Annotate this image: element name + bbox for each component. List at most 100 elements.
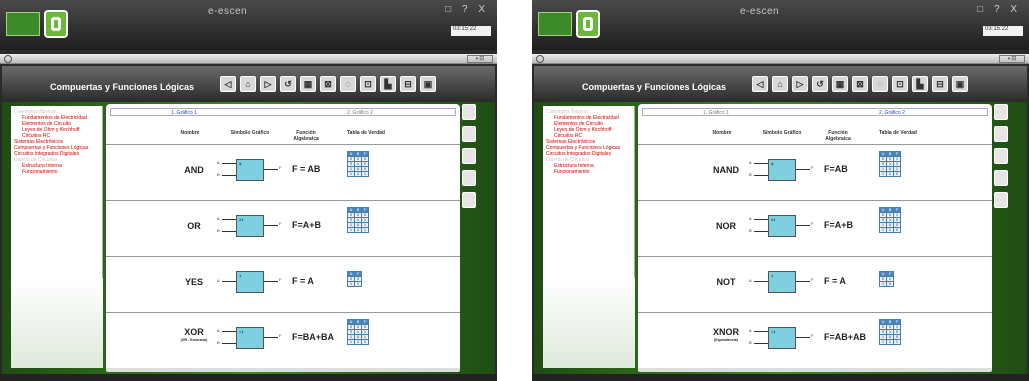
info-icon[interactable] — [462, 192, 476, 208]
sidebar-item[interactable]: Funcionamiento — [546, 169, 631, 175]
output-label: F — [279, 165, 282, 170]
tool-strip: ◐⊟ — [532, 54, 1029, 64]
input-wire — [754, 343, 768, 344]
tab-bar: 1. Gráfico 1 2. Gráfico 2 — [642, 108, 988, 116]
tab-1[interactable]: 1. Gráfico 1 — [171, 110, 197, 116]
gate-name: XOR — [184, 327, 204, 337]
nav-button-3[interactable]: ↺ — [280, 76, 296, 92]
settings-icon[interactable] — [4, 55, 12, 63]
nav-button-1[interactable]: ⌂ — [240, 76, 256, 92]
app-brand: e-escen — [208, 6, 248, 17]
nav-button-7[interactable]: ⊡ — [360, 76, 376, 92]
gate-symbol: 1 — [768, 271, 796, 293]
nav-toolbar: ◁ ⌂ ▷ ↺ ▦ ⊠ ◌ ⊡ ▙ ⊟ ▣ — [220, 76, 436, 92]
horizontal-scrollbar[interactable] — [106, 368, 460, 372]
gate-expression: F = A — [292, 276, 314, 286]
nav-button-4[interactable]: ▦ — [300, 76, 316, 92]
nav-button-7[interactable]: ⊡ — [892, 76, 908, 92]
nav-button-0[interactable]: ◁ — [220, 76, 236, 92]
gate-expression: F=A+B — [824, 220, 854, 230]
truth-cell: 1 — [347, 171, 355, 177]
nav-button-1[interactable]: ⌂ — [772, 76, 788, 92]
brand-logo-mark — [583, 17, 593, 31]
truth-table: AF0110 — [879, 271, 894, 287]
gate-subtitle: (Equivalencia) — [714, 338, 738, 342]
gate-symbol-label: =1 — [239, 329, 244, 334]
header-function: Función Algebraica — [293, 130, 319, 142]
input-label: B — [749, 340, 752, 345]
nav-button-10[interactable]: ▣ — [952, 76, 968, 92]
info-icon[interactable] — [994, 192, 1008, 208]
input-wire — [754, 175, 768, 176]
nav-button-8[interactable]: ▙ — [912, 76, 928, 92]
nav-button-2[interactable]: ▷ — [260, 76, 276, 92]
brand-logo-icon — [44, 10, 68, 38]
brush-icon[interactable] — [994, 126, 1008, 142]
gate-name: XNOR — [712, 327, 739, 337]
header-table: Tabla de Verdad — [879, 130, 917, 136]
print-icon[interactable] — [994, 148, 1008, 164]
sidebar: Conceptos Básicos Fundamentos de Electric… — [11, 106, 103, 368]
truth-table: ABF001011101110 — [879, 151, 901, 177]
tab-2[interactable]: 2. Gráfico 2 — [879, 110, 905, 116]
print-icon[interactable] — [462, 148, 476, 164]
gate-name: NAND — [713, 165, 739, 175]
sidebar-item[interactable]: Funcionamiento — [14, 169, 99, 175]
nav-button-6[interactable]: ◌ — [872, 76, 888, 92]
tab-1[interactable]: 1. Gráfico 1 — [703, 110, 729, 116]
input-label: B — [217, 340, 220, 345]
nav-button-5[interactable]: ⊠ — [852, 76, 868, 92]
nav-button-9[interactable]: ⊟ — [400, 76, 416, 92]
notes-icon[interactable] — [994, 104, 1008, 120]
gate-expression: F = A — [824, 276, 846, 286]
horizontal-scrollbar[interactable] — [638, 368, 992, 372]
output-label: F — [811, 221, 814, 226]
people-icon[interactable] — [994, 170, 1008, 186]
right-tools — [462, 104, 476, 208]
zoom-controls[interactable]: ◐⊟ — [467, 55, 493, 63]
truth-cell: 1 — [886, 227, 894, 233]
header-name: Nombre — [180, 130, 200, 136]
nav-button-6[interactable]: ◌ — [340, 76, 356, 92]
window-buttons[interactable]: □ ? X — [445, 4, 489, 15]
nav-button-3[interactable]: ↺ — [812, 76, 828, 92]
tab-2[interactable]: 2. Gráfico 2 — [347, 110, 373, 116]
gate-row: NAND & A B F F=AB A B F 0 0 1 0 1 1 1 0 1 1 1 0 — [638, 144, 992, 198]
nav-button-9[interactable]: ⊟ — [932, 76, 948, 92]
people-icon[interactable] — [462, 170, 476, 186]
zoom-controls[interactable]: ◐⊟ — [999, 55, 1025, 63]
nav-button-4[interactable]: ▦ — [832, 76, 848, 92]
gate-expression: F=BA+BA — [292, 332, 335, 342]
gap — [497, 0, 532, 381]
gate-expression: F=A+B — [292, 220, 322, 230]
truth-cell: 1 — [361, 171, 369, 177]
settings-icon[interactable] — [536, 55, 544, 63]
input-wire — [222, 219, 236, 220]
input-label: B — [749, 228, 752, 233]
nav-button-10[interactable]: ▣ — [420, 76, 436, 92]
sidebar-list: Conceptos Básicos Fundamentos de Electric… — [11, 106, 102, 178]
nav-button-5[interactable]: ⊠ — [320, 76, 336, 92]
gate-expression: F=AB — [824, 164, 848, 174]
gate-expression: F=AB+AB — [824, 332, 867, 342]
gate-symbol: 1 — [236, 271, 264, 293]
brush-icon[interactable] — [462, 126, 476, 142]
nav-button-8[interactable]: ▙ — [380, 76, 396, 92]
notes-icon[interactable] — [462, 104, 476, 120]
input-label: B — [217, 172, 220, 177]
session-timer: 03:15:22 — [451, 26, 491, 36]
gate-row: OR ≥1 A B F F=A+B A B F 0 0 0 0 1 1 1 0 1 1 1 1 — [106, 200, 460, 254]
truth-cell: 1 — [893, 339, 901, 345]
screen-grafico-2: e-escen □ ? X 03:15:22 ◐⊟ Compuertas y Funci… — [532, 0, 1029, 381]
lesson-header: Compuertas y Funciones Lógicas ◁ ⌂ ▷ ↺ ▦ ⊠ ◌ ⊡ ▙ ⊟… — [2, 66, 495, 102]
window-buttons[interactable]: □ ? X — [977, 4, 1021, 15]
output-label: F — [279, 333, 282, 338]
top-bar: e-escen □ ? X 03:15:22 — [0, 0, 497, 50]
lesson-title: Compuertas y Funciones Lógicas — [50, 82, 195, 92]
input-wire — [222, 331, 236, 332]
screenshot-pair: e-escen □ ? X 03:15:22 ◐⊟ Compuertas y Funci… — [0, 0, 1029, 381]
nav-button-2[interactable]: ▷ — [792, 76, 808, 92]
truth-cell: 1 — [886, 339, 894, 345]
nav-button-0[interactable]: ◁ — [752, 76, 768, 92]
truth-table: ABF001010100111 — [879, 319, 901, 345]
